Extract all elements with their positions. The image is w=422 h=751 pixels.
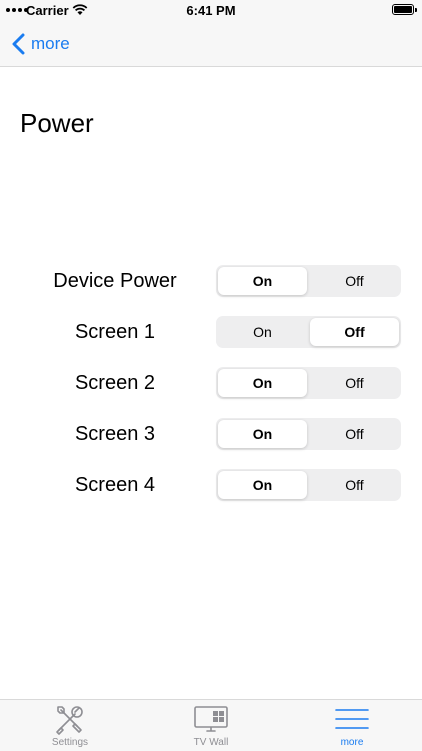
back-button-label: more <box>31 34 70 53</box>
screen-1-segmented-control: On Off <box>216 316 401 348</box>
screen-2-on-button[interactable]: On <box>218 369 307 397</box>
tools-icon <box>56 706 83 735</box>
battery-icon <box>392 4 414 15</box>
device-power-on-button[interactable]: On <box>218 267 307 295</box>
navigation-bar: more <box>0 22 422 67</box>
screen-4-on-button[interactable]: On <box>218 471 307 499</box>
screen-3-on-button[interactable]: On <box>218 420 307 448</box>
menu-icon <box>335 709 369 729</box>
row-label: Screen 4 <box>74 474 156 496</box>
device-power-off-button[interactable]: Off <box>310 267 399 295</box>
tab-settings[interactable]: Settings <box>0 700 140 751</box>
device-power-segmented-control: On Off <box>216 265 401 297</box>
battery-tip <box>415 8 417 12</box>
page-title: Power <box>20 108 94 138</box>
row-label: Device Power <box>53 270 177 292</box>
tv-wall-icon <box>194 706 228 732</box>
tab-more[interactable]: more <box>282 700 422 751</box>
back-button[interactable]: more <box>12 32 70 56</box>
tab-tv-wall-label: TV Wall <box>193 737 229 748</box>
screen-3-segmented-control: On Off <box>216 418 401 450</box>
screen-4-segmented-control: On Off <box>216 469 401 501</box>
screen-1-off-button[interactable]: Off <box>310 318 399 346</box>
screen-3-off-button[interactable]: Off <box>310 420 399 448</box>
screen-2-segmented-control: On Off <box>216 367 401 399</box>
tab-tv-wall[interactable]: TV Wall <box>141 700 281 751</box>
tab-more-label: more <box>340 737 364 748</box>
screen-4-off-button[interactable]: Off <box>310 471 399 499</box>
clock: 6:41 PM <box>186 3 236 18</box>
tab-bar: Settings TV Wall more <box>0 699 422 751</box>
tab-settings-label: Settings <box>51 737 89 748</box>
screen-1-on-button[interactable]: On <box>218 318 307 346</box>
screen-2-off-button[interactable]: Off <box>310 369 399 397</box>
chevron-left-icon <box>12 33 25 55</box>
row-label: Screen 2 <box>74 372 156 394</box>
status-bar: Carrier 6:41 PM <box>0 0 422 22</box>
row-label: Screen 3 <box>74 423 156 445</box>
row-label: Screen 1 <box>74 321 156 343</box>
